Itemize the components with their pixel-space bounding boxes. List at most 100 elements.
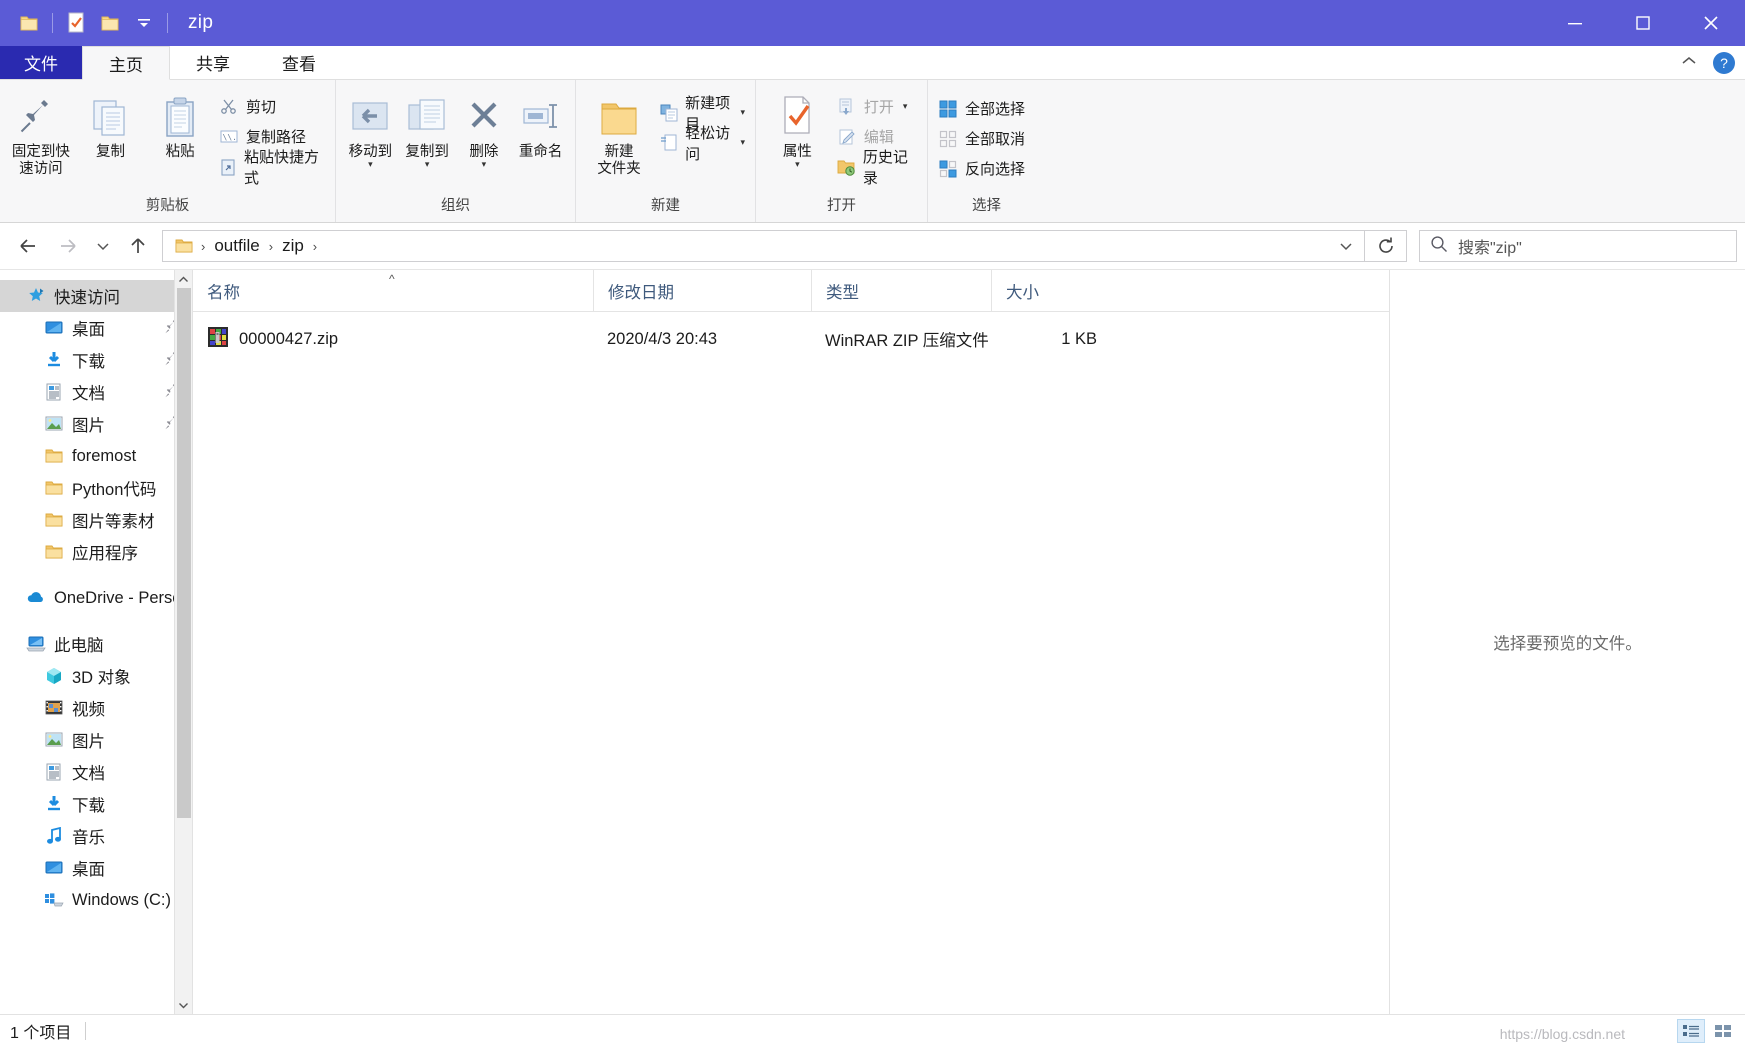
column-header-size[interactable]: 大小 <box>991 269 1115 312</box>
move-to-caret-icon[interactable]: ▾ <box>368 160 373 169</box>
breadcrumb-item-outfile[interactable]: outfile <box>209 236 264 256</box>
copy-label: 复制 <box>95 144 125 160</box>
sidebar-item-label: 音乐 <box>72 829 105 847</box>
close-button[interactable] <box>1677 0 1745 46</box>
sidebar-item-[interactable]: 图片等素材 <box>0 504 192 536</box>
sidebar-item-[interactable]: 图片 <box>0 408 192 440</box>
paste-shortcut-button[interactable]: 粘贴快捷方式 <box>215 149 329 187</box>
sidebar-item-[interactable]: 下载 <box>0 344 192 376</box>
easy-access-button[interactable]: 轻松访问 ▾ <box>656 125 749 163</box>
details-view-button[interactable] <box>1677 1018 1705 1043</box>
large-icons-view-button[interactable] <box>1709 1019 1737 1043</box>
select-all-button[interactable]: 全部选择 <box>934 96 1029 121</box>
sidebar-item-python[interactable]: Python代码 <box>0 472 192 504</box>
sidebar-item-onedrive-persc[interactable]: OneDrive - Persc <box>0 582 192 614</box>
column-header-size-label: 大小 <box>1006 283 1039 302</box>
sidebar-item-[interactable]: 图片 <box>0 724 192 756</box>
breadcrumb-item-zip[interactable]: zip <box>277 236 309 256</box>
scroll-down-arrow-icon[interactable] <box>175 996 192 1014</box>
sidebar-item-[interactable]: 应用程序 <box>0 536 192 568</box>
maximize-button[interactable] <box>1609 0 1677 46</box>
recent-locations-button[interactable] <box>88 229 118 263</box>
preview-pane: 选择要预览的文件。 <box>1389 270 1745 1014</box>
table-row[interactable]: 00000427.zip 2020/4/3 20:43 WinRAR ZIP 压缩文… <box>193 318 1389 360</box>
column-header-name[interactable]: ^ 名称 <box>193 270 593 312</box>
sidebar-item-[interactable]: 音乐 <box>0 820 192 852</box>
edit-icon <box>837 127 857 147</box>
help-icon[interactable]: ? <box>1713 52 1735 74</box>
copy-to-button[interactable]: 复制到 ▾ <box>399 88 456 171</box>
sidebar-item-[interactable]: 桌面 <box>0 852 192 884</box>
copy-button[interactable]: 复制 <box>76 88 146 165</box>
cut-button[interactable]: 剪切 <box>215 94 329 119</box>
paste-button[interactable]: 粘贴 <box>145 88 215 165</box>
back-button[interactable] <box>8 229 48 263</box>
address-dropdown-icon[interactable] <box>1332 239 1360 253</box>
column-header-type[interactable]: 类型 <box>811 269 991 312</box>
collapse-ribbon-button[interactable] <box>1679 54 1699 73</box>
customize-qat-dropdown[interactable] <box>127 6 161 40</box>
refresh-button[interactable] <box>1365 230 1407 262</box>
file-name-cell[interactable]: 00000427.zip <box>193 326 593 353</box>
delete-button[interactable]: 删除 ▾ <box>456 88 513 171</box>
tab-file[interactable]: 文件 <box>0 46 82 79</box>
open-caret-icon[interactable]: ▾ <box>903 101 908 112</box>
folder-icon[interactable] <box>12 6 46 40</box>
sidebar-item-windows-c[interactable]: Windows (C:) <box>0 884 192 916</box>
clipboard-small-commands: 剪切 \\.. 复制路径 粘贴快捷方式 <box>215 88 329 187</box>
open-button[interactable]: 打开 ▾ <box>833 94 921 119</box>
new-item-caret-icon[interactable]: ▾ <box>740 107 745 118</box>
tab-share[interactable]: 共享 <box>170 46 256 79</box>
navigation-scroll-thumb[interactable] <box>177 288 191 818</box>
sidebar-item-foremost[interactable]: foremost <box>0 440 192 472</box>
properties-button[interactable]: 属性 ▾ <box>762 88 833 171</box>
scroll-up-arrow-icon[interactable] <box>175 270 192 288</box>
delete-caret-icon[interactable]: ▾ <box>482 160 487 169</box>
invert-selection-button[interactable]: 反向选择 <box>934 156 1029 181</box>
sidebar-item-[interactable]: 此电脑 <box>0 628 192 660</box>
sidebar-item-[interactable]: 文档 <box>0 756 192 788</box>
up-button[interactable] <box>118 229 158 263</box>
properties-icon[interactable] <box>59 6 93 40</box>
sidebar-item-[interactable]: 快速访问 <box>0 280 192 312</box>
rename-button[interactable]: 重命名 <box>512 88 569 165</box>
minimize-button[interactable] <box>1541 0 1609 46</box>
breadcrumb-root-folder-icon[interactable] <box>171 238 197 254</box>
ribbon-group-select: 全部选择 全部取消 反向选择 选择 <box>927 80 1045 222</box>
navigation-pane: 快速访问 桌面 下载 文档 图片 foremost Python代码 图片等素材 应用程序 One… <box>0 270 192 1014</box>
forward-button[interactable] <box>48 229 88 263</box>
sidebar-item-label: 桌面 <box>72 861 105 879</box>
copy-to-caret-icon[interactable]: ▾ <box>425 160 430 169</box>
history-label: 历史记录 <box>862 148 908 187</box>
address-breadcrumb-bar[interactable]: › outfile › zip › <box>162 230 1365 262</box>
breadcrumb-separator[interactable]: › <box>265 239 277 254</box>
folder-icon <box>44 478 64 498</box>
properties-caret-icon[interactable]: ▾ <box>795 160 800 169</box>
sidebar-item-[interactable]: 下载 <box>0 788 192 820</box>
tab-view[interactable]: 查看 <box>256 46 342 79</box>
easy-access-caret-icon[interactable]: ▾ <box>740 137 745 148</box>
file-size-label: 1 KB <box>1061 329 1097 348</box>
qat-divider <box>52 13 53 33</box>
navigation-scrollbar[interactable] <box>174 270 192 1014</box>
ribbon-group-open: 属性 ▾ 打开 ▾ 编辑 历史记录 打开 <box>755 80 927 222</box>
search-box[interactable]: 搜索"zip" <box>1419 230 1737 262</box>
column-header-date-label: 修改日期 <box>608 283 674 302</box>
select-none-button[interactable]: 全部取消 <box>934 126 1029 151</box>
sidebar-item-[interactable]: 桌面 <box>0 312 192 344</box>
sidebar-item-3d[interactable]: 3D 对象 <box>0 660 192 692</box>
search-input[interactable]: 搜索"zip" <box>1458 234 1522 258</box>
sidebar-item-[interactable]: 视频 <box>0 692 192 724</box>
tab-home[interactable]: 主页 <box>82 46 170 80</box>
pin-to-quick-access-button[interactable]: 固定到快 速访问 <box>6 88 76 182</box>
column-header-date[interactable]: 修改日期 <box>593 269 811 312</box>
new-folder-icon[interactable] <box>93 6 127 40</box>
history-button[interactable]: 历史记录 <box>833 149 921 187</box>
edit-label: 编辑 <box>863 129 894 146</box>
new-folder-button[interactable]: 新建 文件夹 <box>582 88 656 182</box>
breadcrumb-separator[interactable]: › <box>197 239 209 254</box>
sidebar-item-label: 3D 对象 <box>72 669 131 687</box>
breadcrumb-separator[interactable]: › <box>309 239 321 254</box>
move-to-button[interactable]: 移动到 ▾ <box>342 88 399 171</box>
sidebar-item-[interactable]: 文档 <box>0 376 192 408</box>
